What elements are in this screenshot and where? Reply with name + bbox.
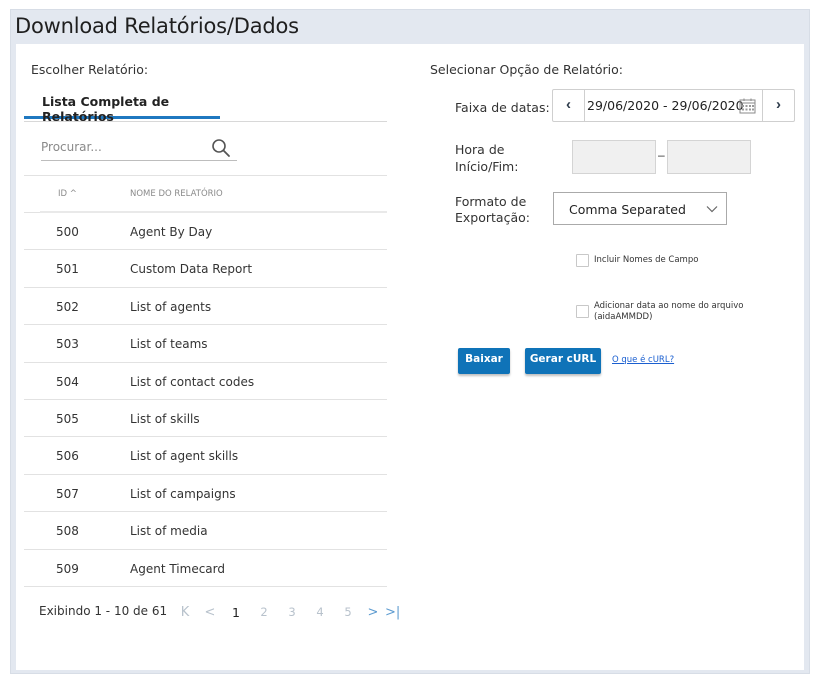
pagination: Exibindo 1 - 10 de 61 K < 1 2 3 4 5 > >| [39, 604, 400, 624]
search-box [41, 136, 237, 161]
search-icon[interactable] [211, 138, 231, 158]
search-input[interactable] [41, 136, 201, 158]
export-format-select[interactable]: Comma Separated [553, 192, 727, 225]
chevron-down-icon [706, 206, 718, 213]
report-download-window: Download Relatórios/Dados Escolher Relat… [10, 9, 810, 674]
row-name: List of agent skills [130, 449, 239, 464]
table-row[interactable]: 504 List of contact codes [24, 363, 387, 400]
format-label-line-1: Formato de [455, 194, 527, 209]
download-button[interactable]: Baixar [458, 348, 510, 374]
add-date-checkbox[interactable] [576, 305, 589, 318]
start-time-field[interactable] [572, 140, 656, 174]
choose-report-label: Escolher Relatório: [31, 62, 149, 77]
add-date-label-line-1: Adicionar data ao nome do arquivo [594, 301, 744, 311]
table-header: ID ^ NOME DO RELATÓRIO [24, 175, 387, 213]
row-id: 501 [56, 262, 79, 277]
date-range-label: Faixa de datas: [455, 100, 550, 115]
table-row[interactable]: 500 Agent By Day [24, 213, 387, 251]
row-name: List of campaigns [130, 486, 236, 501]
table-row[interactable]: 502 List of agents [24, 288, 387, 326]
table-row[interactable]: 501 Custom Data Report [24, 250, 387, 288]
row-id: 506 [56, 449, 79, 464]
tab-divider [24, 121, 387, 122]
page-title: Download Relatórios/Dados [15, 14, 299, 38]
date-range-picker: ‹ 29/06/2020 - 29/06/2020 › [552, 89, 795, 122]
row-id: 504 [56, 374, 79, 389]
row-name: List of skills [130, 411, 200, 426]
first-page-button[interactable]: K [178, 605, 192, 620]
select-option-label: Selecionar Opção de Relatório: [430, 62, 623, 77]
include-field-names-checkbox[interactable] [576, 254, 589, 267]
page-1-button[interactable]: 1 [229, 605, 243, 620]
content-panel: Escolher Relatório: Lista Completa de Re… [16, 44, 804, 670]
table-row[interactable]: 503 List of teams [24, 325, 387, 363]
page-4-button[interactable]: 4 [313, 605, 327, 619]
row-name: List of contact codes [130, 374, 255, 389]
page-3-button[interactable]: 3 [285, 605, 299, 619]
row-name: List of media [130, 524, 208, 539]
what-is-curl-link[interactable]: O que é cURL? [612, 355, 674, 365]
format-label-line-2: Exportação: [455, 210, 530, 225]
time-separator: – [658, 148, 665, 162]
end-time-field[interactable] [667, 140, 751, 174]
chevron-left-icon[interactable]: ‹ [553, 90, 585, 121]
row-id: 505 [56, 411, 79, 426]
date-range-value[interactable]: 29/06/2020 - 29/06/2020 [587, 98, 744, 113]
export-format-value: Comma Separated [569, 202, 686, 217]
row-id: 500 [56, 225, 79, 239]
last-page-button[interactable]: >| [385, 605, 400, 620]
add-date-label-line-2: (aidaAMMDD) [594, 312, 653, 322]
table-row[interactable]: 509 Agent Timecard [24, 550, 387, 587]
next-page-button[interactable]: > [366, 605, 380, 620]
include-field-names-label: Incluir Nomes de Campo [594, 255, 699, 265]
report-table: ID ^ NOME DO RELATÓRIO 500 Agent By Day 5… [24, 175, 387, 587]
time-label-line-2: Início/Fim: [455, 159, 519, 174]
row-name: List of agents [130, 299, 212, 314]
column-header-name[interactable]: NOME DO RELATÓRIO [114, 176, 387, 213]
row-id: 503 [56, 337, 79, 352]
row-name: Agent Timecard [130, 561, 225, 576]
page-2-button[interactable]: 2 [257, 605, 271, 619]
table-row[interactable]: 508 List of media [24, 512, 387, 550]
table-row[interactable]: 505 List of skills [24, 400, 387, 438]
tab-full-report-list[interactable]: Lista Completa de Relatórios [24, 90, 220, 124]
previous-page-button[interactable]: < [203, 605, 217, 620]
row-id: 508 [56, 524, 79, 539]
row-name: Agent By Day [130, 225, 213, 239]
column-header-id[interactable]: ID ^ [40, 176, 114, 213]
page-5-button[interactable]: 5 [341, 605, 355, 619]
calendar-icon[interactable] [739, 98, 756, 114]
generate-curl-button[interactable]: Gerar cURL [525, 348, 601, 374]
time-label-line-1: Hora de [455, 142, 505, 157]
table-row[interactable]: 507 List of campaigns [24, 475, 387, 513]
row-name: Custom Data Report [130, 262, 253, 277]
table-row[interactable]: 506 List of agent skills [24, 437, 387, 475]
row-id: 502 [56, 299, 79, 314]
chevron-right-icon[interactable]: › [762, 90, 794, 121]
row-id: 509 [56, 561, 79, 576]
row-name: List of teams [130, 337, 208, 352]
pagination-info: Exibindo 1 - 10 de 61 [39, 604, 168, 618]
row-id: 507 [56, 486, 79, 501]
